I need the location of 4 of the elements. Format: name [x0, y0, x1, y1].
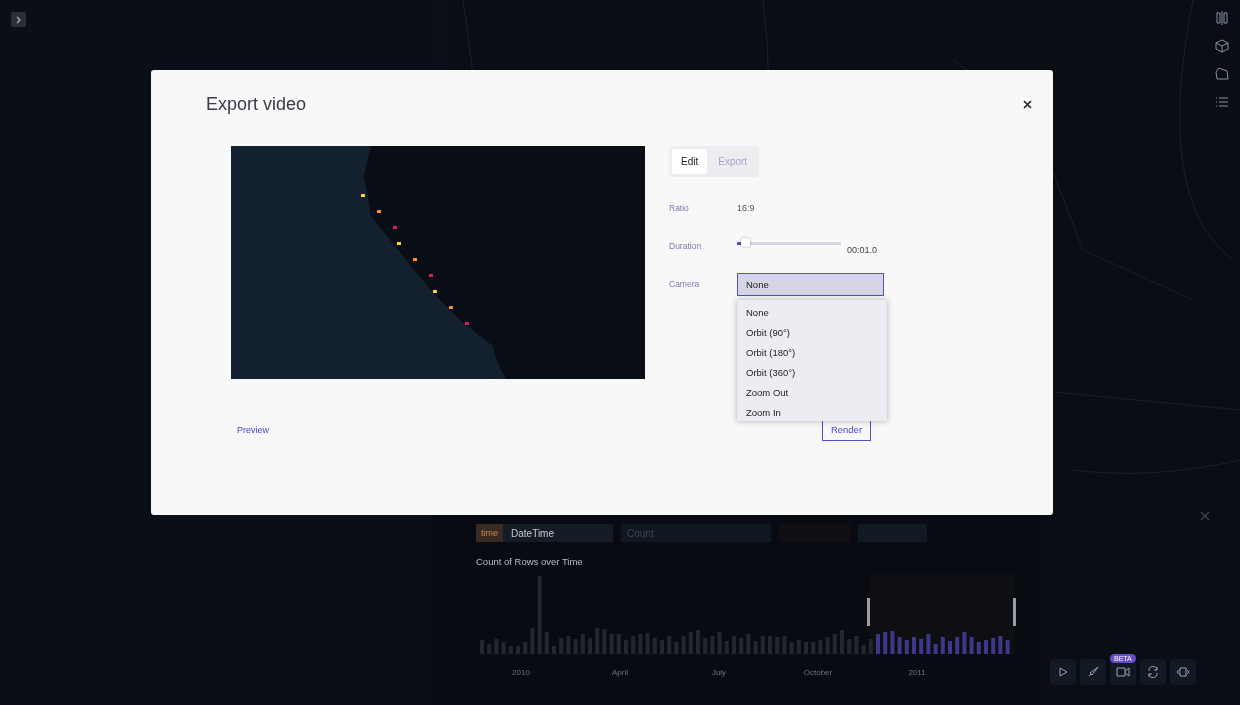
expand-button[interactable]: [11, 12, 26, 27]
preview-link[interactable]: Preview: [237, 424, 269, 435]
dialog-title: Export video: [206, 93, 307, 115]
chevron-icon: [15, 15, 22, 24]
